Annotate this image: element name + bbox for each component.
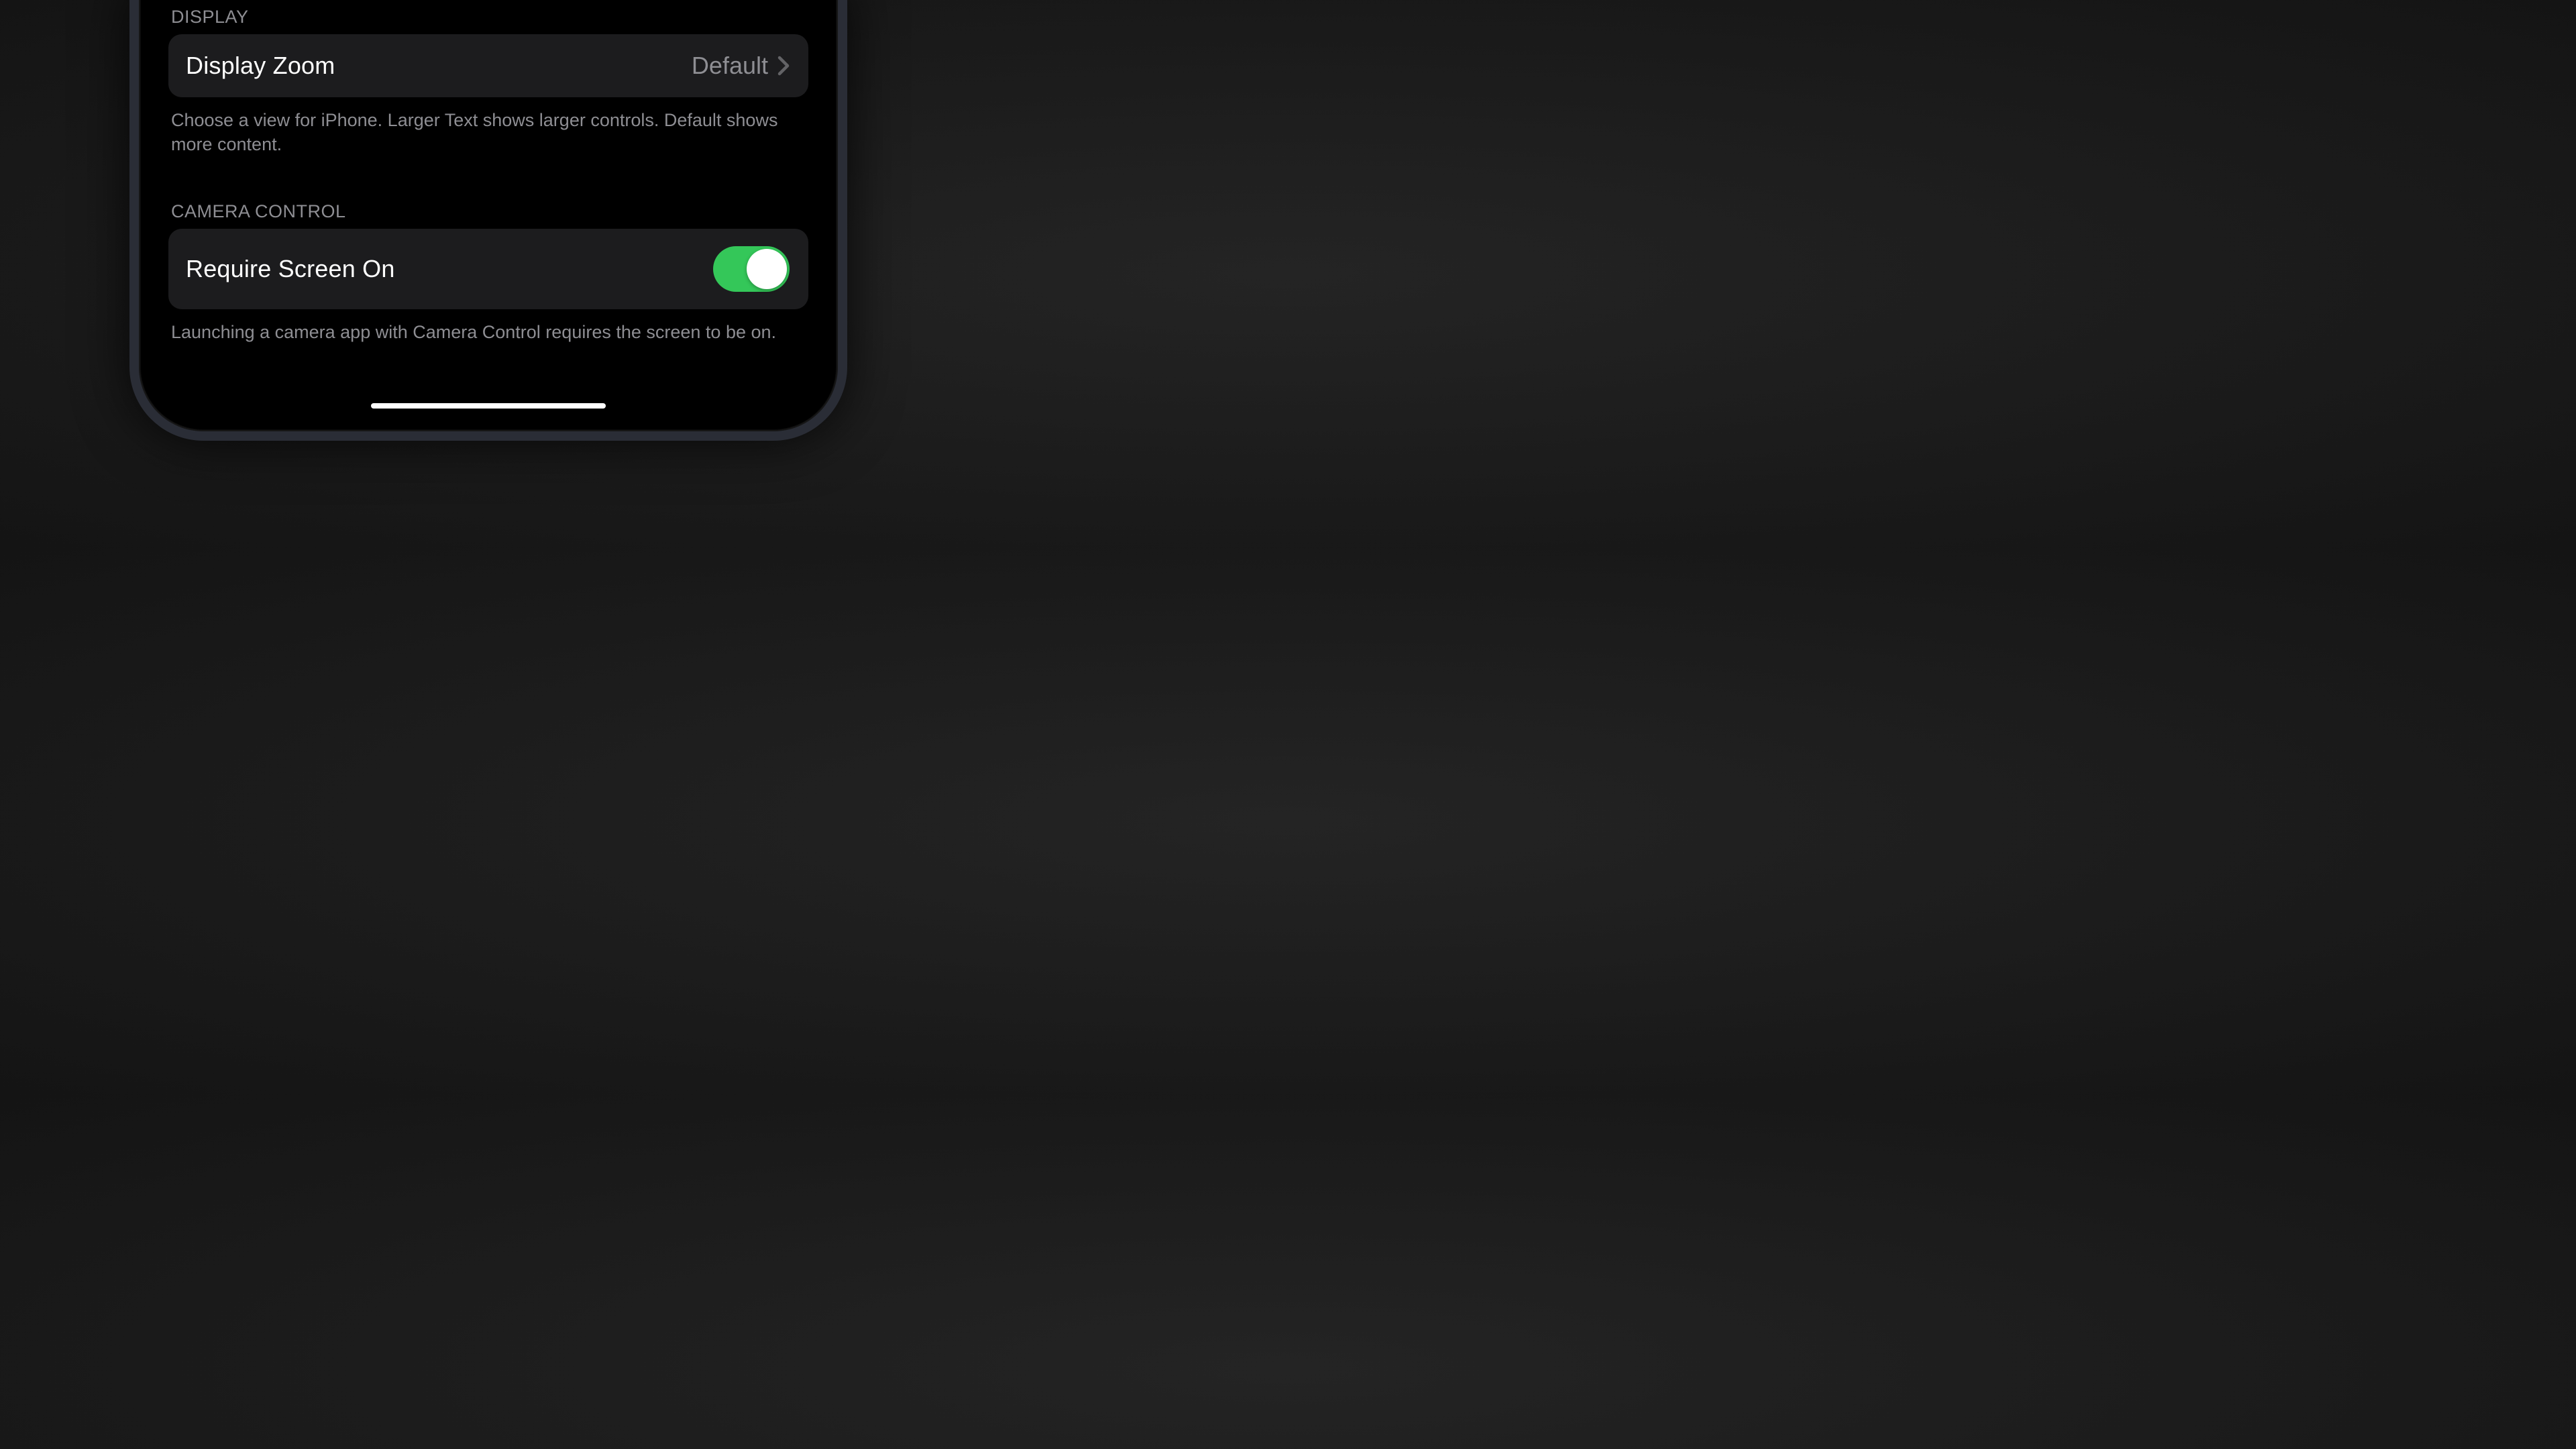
require-screen-on-toggle[interactable] <box>713 246 790 292</box>
section-header-display: DISPLAY <box>168 7 808 34</box>
section-spacer <box>168 157 808 201</box>
phone-frame: DISPLAY Display Zoom Default Choose a vi… <box>129 0 847 441</box>
require-screen-on-label: Require Screen On <box>186 255 395 283</box>
display-zoom-row[interactable]: Display Zoom Default <box>168 34 808 97</box>
display-zoom-value: Default <box>692 52 768 80</box>
chevron-right-icon <box>777 56 790 76</box>
display-section-footer: Choose a view for iPhone. Larger Text sh… <box>168 97 808 157</box>
camera-control-section-footer: Launching a camera app with Camera Contr… <box>168 309 808 344</box>
require-screen-on-row: Require Screen On <box>168 229 808 309</box>
display-zoom-label: Display Zoom <box>186 52 335 80</box>
section-header-camera-control: CAMERA CONTROL <box>168 201 808 229</box>
home-indicator[interactable] <box>371 403 606 409</box>
settings-screen: DISPLAY Display Zoom Default Choose a vi… <box>139 0 838 405</box>
toggle-knob <box>747 249 787 289</box>
display-zoom-right: Default <box>692 52 790 80</box>
